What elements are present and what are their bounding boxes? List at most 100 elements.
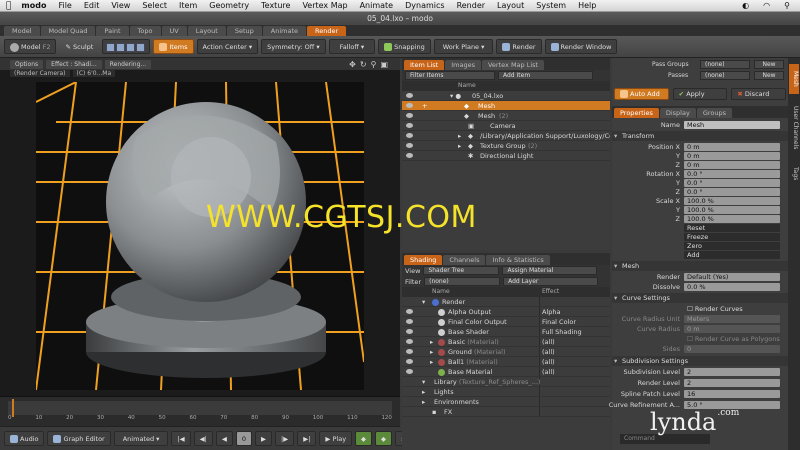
- list-item[interactable]: ▸ Environments: [402, 397, 610, 407]
- tab-shading[interactable]: Shading: [404, 255, 443, 265]
- render-dropdown[interactable]: Default (Yes): [684, 273, 780, 281]
- wifi-icon[interactable]: ◠: [757, 1, 776, 10]
- auto-add-button[interactable]: Auto Add: [614, 88, 669, 100]
- list-item[interactable]: ▾ Render: [402, 297, 610, 307]
- list-item[interactable]: ▾ ● 05_04.lxo: [402, 91, 610, 101]
- menu-view[interactable]: View: [105, 1, 136, 10]
- shader-tree-dropdown[interactable]: Shader Tree: [423, 266, 500, 275]
- list-item[interactable]: ▣ Camera: [402, 121, 610, 131]
- expand-arrow-icon[interactable]: ▸: [422, 387, 425, 396]
- menu-vertex-map[interactable]: Vertex Map: [296, 1, 353, 10]
- skip-start-button[interactable]: |◀: [171, 431, 191, 446]
- timeline[interactable]: 0 10 20 30 40 50 60 70 80 90 100 110 120: [0, 396, 400, 426]
- play-button[interactable]: ▶ Play: [319, 431, 353, 446]
- timeline-ruler[interactable]: [8, 401, 392, 415]
- falloff-dropdown[interactable]: Falloff ▾: [328, 39, 376, 54]
- next-frame-button[interactable]: ▶: [255, 431, 272, 446]
- curve-radius-unit-dropdown[interactable]: Meters: [684, 315, 780, 323]
- add-item-dropdown[interactable]: Add Item: [498, 71, 593, 80]
- visibility-eye-icon[interactable]: [406, 143, 413, 148]
- menu-help[interactable]: Help: [572, 1, 602, 10]
- model-button[interactable]: Model F2: [4, 39, 57, 54]
- assign-material-button[interactable]: Assign Material: [502, 266, 598, 275]
- side-tab-mesh[interactable]: Mesh: [789, 64, 799, 94]
- viewport-rendering-button[interactable]: Rendering...: [104, 59, 152, 69]
- list-item[interactable]: Alpha Output Alpha: [402, 307, 610, 317]
- list-item[interactable]: Base Material (all): [402, 367, 610, 377]
- list-item[interactable]: ▸ Ground (Material) (all): [402, 347, 610, 357]
- animated-dropdown[interactable]: Animated ▾: [113, 431, 169, 446]
- visibility-eye-icon[interactable]: [406, 93, 413, 98]
- menu-texture[interactable]: Texture: [255, 1, 296, 10]
- scale-y-field[interactable]: 100.0 %: [684, 206, 780, 214]
- sides-field[interactable]: 0: [684, 345, 780, 353]
- list-item[interactable]: ▾ Library (Texture_Ref_Spheres_...): [402, 377, 610, 387]
- work-plane-dropdown[interactable]: Work Plane ▾: [433, 39, 494, 54]
- menu-file[interactable]: File: [52, 1, 77, 10]
- side-tab-tags[interactable]: Tags: [789, 162, 799, 186]
- mesh-section[interactable]: Mesh: [612, 261, 788, 271]
- menu-system[interactable]: System: [530, 1, 572, 10]
- subdivision-level-field[interactable]: 2: [684, 368, 780, 376]
- list-item[interactable]: ✱ Directional Light: [402, 151, 610, 161]
- dissolve-field[interactable]: 0.0 %: [684, 283, 780, 291]
- list-item[interactable]: ◆ Mesh (2): [402, 111, 610, 121]
- visibility-eye-icon[interactable]: [406, 153, 413, 158]
- list-item[interactable]: ▪ FX: [402, 407, 610, 417]
- filter-items-dropdown[interactable]: Filter Items: [405, 71, 495, 80]
- list-item[interactable]: Base Shader Full Shading: [402, 327, 610, 337]
- name-field[interactable]: Mesh: [684, 121, 780, 129]
- prev-key-button[interactable]: ◀|: [193, 431, 213, 446]
- visibility-eye-icon[interactable]: [406, 339, 413, 344]
- viewport-effect-button[interactable]: Effect : Shadi...: [46, 59, 102, 69]
- curve-radius-field[interactable]: 0 m: [684, 325, 780, 333]
- rotation-z-field[interactable]: 0.0 °: [684, 188, 780, 196]
- new-pass-button[interactable]: New: [754, 71, 784, 80]
- render-button[interactable]: Render: [496, 39, 542, 54]
- zero-dropdown[interactable]: Zero: [684, 242, 780, 250]
- expand-arrow-icon[interactable]: ▸: [458, 131, 461, 140]
- shading-filter-dropdown[interactable]: (none): [424, 277, 501, 286]
- expand-arrow-icon[interactable]: ▾: [422, 297, 425, 306]
- render-curve-polygons-checkbox[interactable]: ☐ Render Curve as Polygons: [684, 335, 780, 343]
- viewport-options-button[interactable]: Options: [10, 59, 44, 69]
- skip-end-button[interactable]: ▶|: [297, 431, 317, 446]
- list-item[interactable]: ▸ ◆ Texture Group (2): [402, 141, 610, 151]
- expand-arrow-icon[interactable]: ▸: [422, 397, 425, 406]
- pass-groups-dropdown[interactable]: (none): [700, 60, 750, 69]
- tab-channels[interactable]: Channels: [443, 255, 486, 265]
- menu-animate[interactable]: Animate: [354, 1, 400, 10]
- visibility-eye-icon[interactable]: [406, 319, 413, 324]
- audio-button[interactable]: Audio: [4, 431, 45, 446]
- menu-edit[interactable]: Edit: [78, 1, 106, 10]
- tab-uv[interactable]: UV: [161, 26, 187, 36]
- list-item[interactable]: ▸ Ball1 (Material) (all): [402, 357, 610, 367]
- tab-item-list[interactable]: Item List: [404, 60, 445, 70]
- menu-dynamics[interactable]: Dynamics: [399, 1, 450, 10]
- status-icon[interactable]: ◐: [736, 1, 755, 10]
- menu-layout[interactable]: Layout: [491, 1, 530, 10]
- expand-arrow-icon[interactable]: ▸: [430, 357, 433, 366]
- list-item[interactable]: + ◆ Mesh: [402, 101, 610, 111]
- transform-section[interactable]: Transform: [612, 131, 788, 141]
- tab-images[interactable]: Images: [445, 60, 481, 70]
- spotlight-icon[interactable]: ⚲: [778, 1, 796, 10]
- visibility-eye-icon[interactable]: [406, 309, 413, 314]
- expand-arrow-icon[interactable]: ▸: [430, 337, 433, 346]
- tab-groups[interactable]: Groups: [696, 108, 733, 118]
- menu-item[interactable]: Item: [173, 1, 203, 10]
- expand-arrow-icon[interactable]: ▾: [422, 377, 425, 386]
- menu-select[interactable]: Select: [136, 1, 173, 10]
- side-tab-user-channels[interactable]: User Channels: [789, 98, 799, 158]
- key-next-button[interactable]: ◆: [375, 431, 393, 446]
- tab-model-quad[interactable]: Model Quad: [40, 26, 96, 36]
- action-center-dropdown[interactable]: Action Center ▾: [196, 39, 259, 54]
- tab-setup[interactable]: Setup: [226, 26, 262, 36]
- scale-z-field[interactable]: 100.0 %: [684, 215, 780, 223]
- position-z-field[interactable]: 0 m: [684, 161, 780, 169]
- render-curves-checkbox[interactable]: ☐ Render Curves: [684, 305, 780, 313]
- visibility-eye-icon[interactable]: [406, 103, 413, 108]
- list-item[interactable]: ▸ Lights: [402, 387, 610, 397]
- list-item[interactable]: ▸ Basic (Material) (all): [402, 337, 610, 347]
- zoom-view-icon[interactable]: ⚲: [371, 60, 377, 69]
